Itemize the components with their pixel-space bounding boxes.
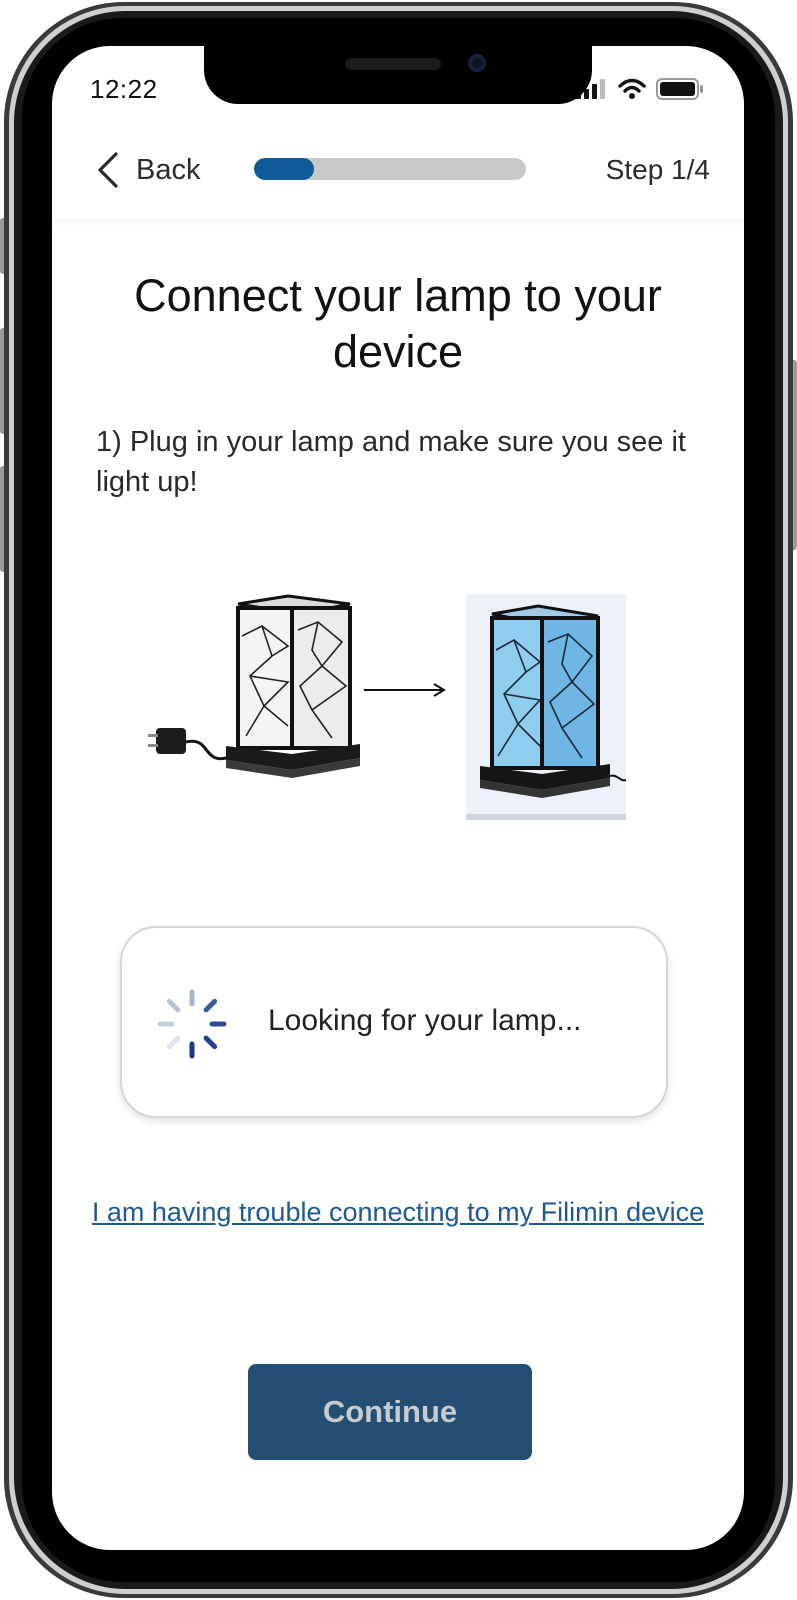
search-status-text: Looking for your lamp... bbox=[268, 1004, 582, 1037]
front-camera bbox=[468, 54, 486, 72]
unlit-lamp bbox=[226, 594, 360, 778]
wifi-icon bbox=[618, 78, 646, 99]
phone-mockup: 12:22 Back Step 1/4 Connect your lamp to… bbox=[0, 0, 797, 1600]
trouble-connecting-link[interactable]: I am having trouble connecting to my Fil… bbox=[88, 1194, 708, 1230]
lit-lamp-photo bbox=[466, 594, 627, 820]
battery-icon bbox=[656, 78, 703, 100]
connection-status-card: Looking for your lamp... bbox=[120, 926, 668, 1118]
step-indicator: Step 1/4 bbox=[605, 154, 710, 185]
speaker-grille bbox=[345, 58, 441, 70]
progress-bar bbox=[254, 158, 526, 180]
instruction-text: 1) Plug in your lamp and make sure you s… bbox=[96, 426, 686, 498]
notch bbox=[204, 46, 592, 104]
wizard-header: Back Step 1/4 bbox=[52, 142, 744, 218]
status-icons bbox=[576, 78, 704, 100]
arrow-right-icon bbox=[364, 683, 446, 697]
page-title: Connect your lamp to your device bbox=[134, 270, 662, 377]
back-label: Back bbox=[136, 153, 201, 186]
app-screen: 12:22 Back Step 1/4 Connect your lamp to… bbox=[52, 46, 744, 1550]
status-time: 12:22 bbox=[90, 74, 158, 104]
continue-button[interactable]: Continue bbox=[248, 1364, 532, 1460]
loading-spinner-icon bbox=[157, 989, 227, 1059]
chevron-left-icon bbox=[98, 152, 118, 188]
back-button[interactable]: Back bbox=[96, 148, 200, 192]
lamp-illustration bbox=[148, 594, 627, 820]
progress-fill bbox=[254, 158, 314, 180]
